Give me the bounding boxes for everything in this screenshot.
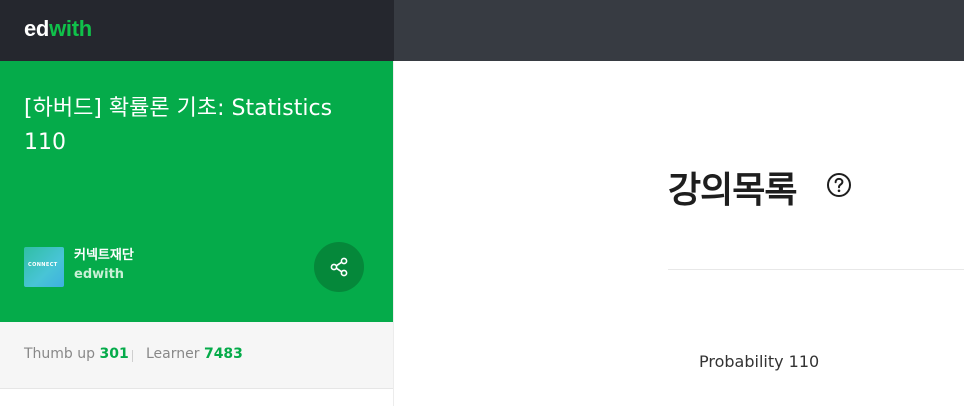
sidebar-border xyxy=(393,61,394,406)
topbar-left: edwith xyxy=(0,0,394,61)
logo-ed: ed xyxy=(24,16,50,41)
topbar-right xyxy=(394,0,964,61)
learner-stat: Learner 7483 xyxy=(146,346,243,362)
stats-separator xyxy=(132,350,133,362)
section-divider xyxy=(668,269,964,270)
partner-subtitle: edwith xyxy=(74,267,125,282)
learner-label: Learner xyxy=(146,346,200,362)
thumb-up-stat[interactable]: Thumb up 301 xyxy=(24,346,129,362)
edwith-logo[interactable]: edwith xyxy=(24,16,92,42)
course-stats: Thumb up 301 Learner 7483 xyxy=(0,322,394,389)
partner-logo[interactable]: CONNECT xyxy=(24,247,64,287)
share-icon xyxy=(330,257,348,277)
course-hero: [하버드] 확률론 기초: Statistics 110 CONNECT 커넥트… xyxy=(0,61,394,322)
course-title: [하버드] 확률론 기초: Statistics 110 xyxy=(24,96,333,155)
learner-count: 7483 xyxy=(203,346,243,362)
share-button[interactable] xyxy=(314,242,364,292)
partner-logo-text: CONNECT xyxy=(28,262,58,268)
lecture-item[interactable]: Probability 110 xyxy=(699,352,819,371)
thumb-up-label: Thumb up xyxy=(24,346,96,362)
logo-with: with xyxy=(49,16,92,41)
help-circle-icon[interactable] xyxy=(826,172,852,198)
thumb-up-count: 301 xyxy=(99,346,129,362)
partner-name[interactable]: 커넥트재단 xyxy=(74,244,134,263)
section-title: 강의목록 xyxy=(668,170,797,211)
